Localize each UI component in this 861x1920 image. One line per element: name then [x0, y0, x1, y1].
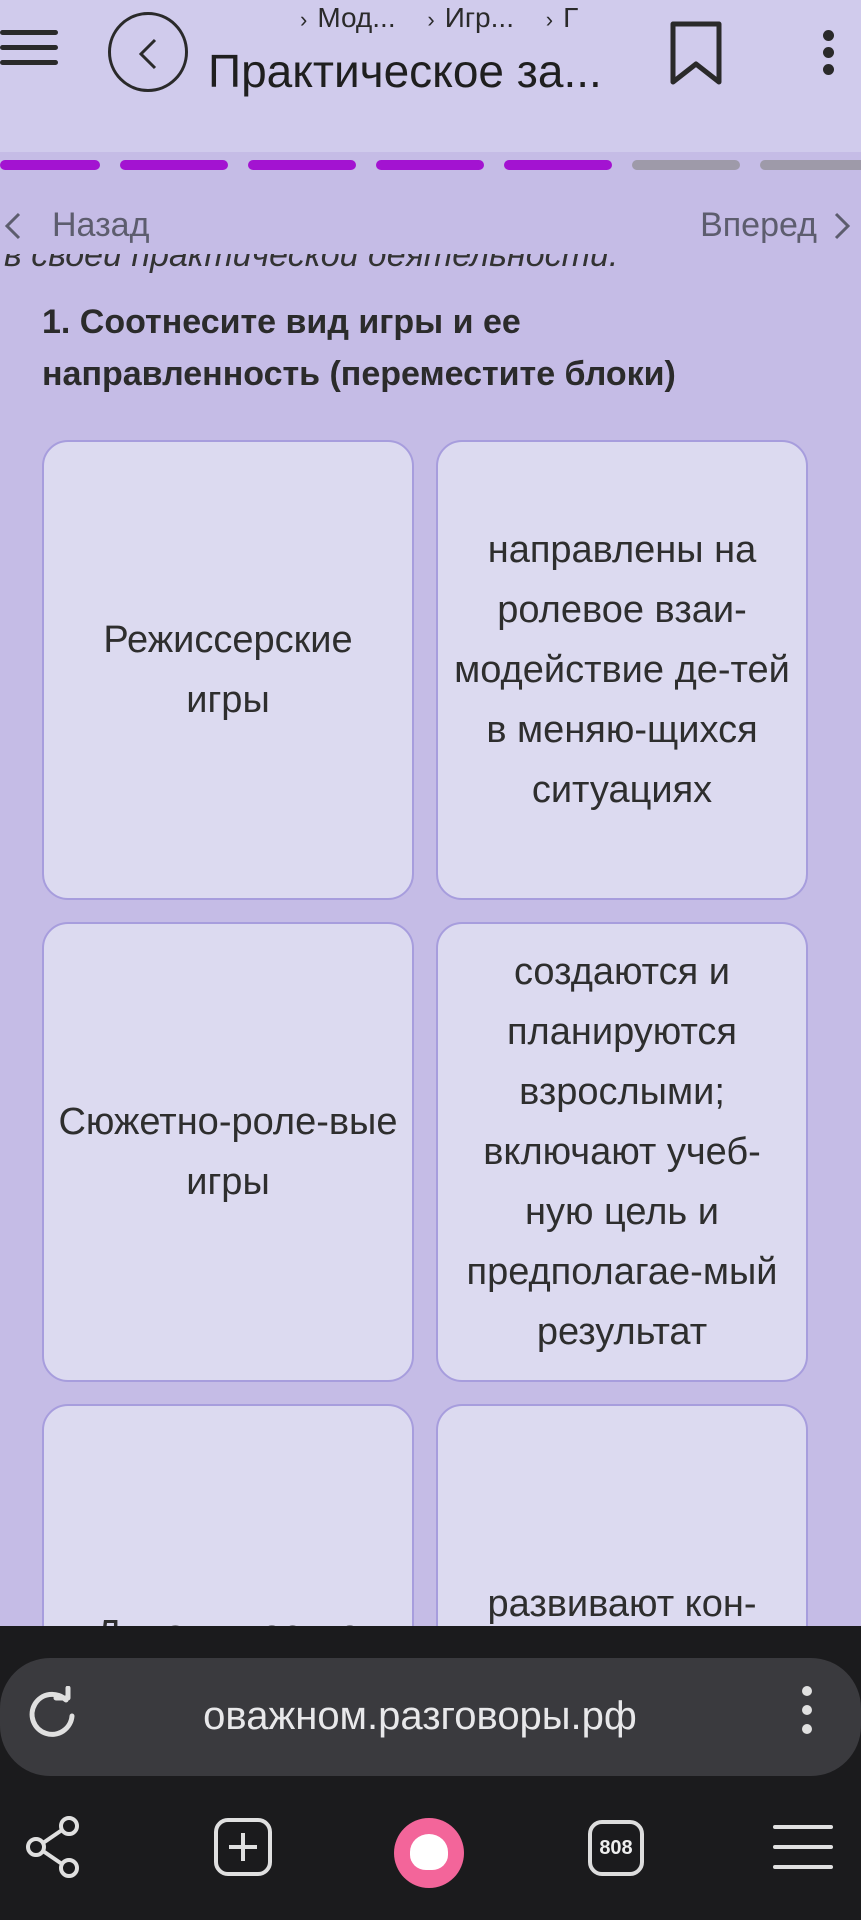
direction-block[interactable]: направлены на ролевое взаи-модействие де… [436, 440, 808, 900]
breadcrumb-item[interactable]: Мод... [317, 2, 395, 33]
block-label: Режиссерские игры [103, 619, 353, 721]
breadcrumb-chevron-icon: › [545, 7, 554, 32]
block-label: Дидактические [96, 1604, 361, 1626]
progress-segment[interactable] [376, 160, 484, 170]
clipped-paragraph: в своей практической деятельности. [0, 254, 861, 284]
browser-bottom-nav: 808 [0, 1814, 861, 1894]
hamburger-menu-icon[interactable] [0, 30, 60, 70]
browser-toolbar: оважном.разговоры.рф 808 [0, 1626, 861, 1920]
clipped-text: в своей практической деятельности. [4, 254, 619, 274]
matching-blocks: Режиссерские игры направлены на ролевое … [0, 440, 861, 1626]
breadcrumb-chevron-icon: › [300, 7, 308, 32]
step-navigation: Назад Вперед [0, 200, 861, 256]
breadcrumb-item[interactable]: Игр... [445, 2, 514, 33]
block-label: Сюжетно-роле-вые игры [58, 1101, 398, 1203]
back-button[interactable] [108, 12, 188, 92]
nav-forward-label: Вперед [700, 206, 817, 244]
block-label: создаются и планируются взрослыми; включ… [466, 951, 778, 1353]
bookmark-icon[interactable] [668, 20, 724, 88]
game-type-block[interactable]: Дидактические [42, 1404, 414, 1626]
progress-segment[interactable] [0, 160, 100, 170]
progress-segment[interactable] [760, 160, 861, 170]
chevron-left-icon [138, 38, 157, 70]
progress-segment[interactable] [248, 160, 356, 170]
alice-assistant-icon[interactable] [394, 1818, 464, 1888]
progress-segment[interactable] [504, 160, 612, 170]
question-text: 1. Соотнесите вид игры и ее направленнос… [42, 303, 676, 393]
nav-back-label: Назад [52, 206, 150, 244]
tabs-icon[interactable]: 808 [588, 1820, 644, 1876]
block-label: развивают кон-структивные [487, 1583, 757, 1625]
nav-forward-link[interactable]: Вперед [700, 206, 851, 245]
direction-block[interactable]: развивают кон-структивные [436, 1404, 808, 1626]
lesson-progress [0, 160, 861, 172]
more-options-icon[interactable] [802, 1686, 816, 1743]
share-icon[interactable] [24, 1814, 84, 1880]
chevron-right-icon [834, 212, 851, 239]
progress-segment[interactable] [120, 160, 228, 170]
breadcrumb-chevron-icon: › [427, 7, 435, 32]
progress-segment[interactable] [632, 160, 740, 170]
breadcrumb: › Мод... › Игр... › Г [300, 2, 602, 36]
app-header: › Мод... › Игр... › Г Практическое за... [0, 0, 861, 152]
direction-block[interactable]: создаются и планируются взрослыми; включ… [436, 922, 808, 1382]
menu-icon[interactable] [772, 1814, 834, 1880]
breadcrumb-item[interactable]: Г [563, 2, 578, 33]
address-bar[interactable]: оважном.разговоры.рф [0, 1658, 861, 1776]
new-tab-icon[interactable] [212, 1814, 274, 1880]
game-type-block[interactable]: Режиссерские игры [42, 440, 414, 900]
chevron-left-icon [4, 212, 21, 239]
url-text[interactable]: оважном.разговоры.рф [100, 1694, 740, 1739]
page-title: Практическое за... [208, 45, 602, 97]
more-options-icon[interactable] [820, 30, 838, 81]
reload-icon[interactable] [22, 1686, 82, 1746]
nav-back-link[interactable]: Назад [4, 206, 149, 245]
block-label: направлены на ролевое взаи-модействие де… [454, 529, 790, 811]
game-type-block[interactable]: Сюжетно-роле-вые игры [42, 922, 414, 1382]
